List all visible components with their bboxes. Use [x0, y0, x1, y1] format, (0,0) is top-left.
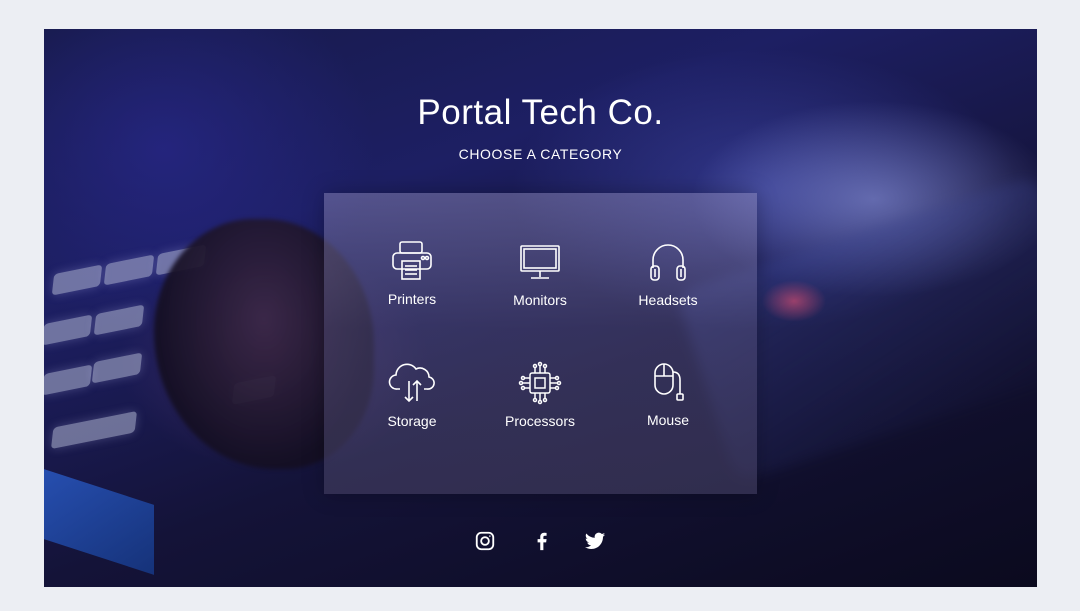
page-subtitle: CHOOSE A CATEGORY	[458, 146, 623, 162]
hero-background: Portal Tech Co. CHOOSE A CATEGORY Printe…	[44, 29, 1037, 587]
category-panel: Printers Monitors Headsets Storage Proce…	[324, 193, 757, 494]
category-label: Processors	[504, 413, 576, 429]
facebook-link[interactable]	[531, 530, 555, 554]
monitor-icon	[520, 245, 560, 279]
category-headsets[interactable]: Headsets	[608, 240, 728, 330]
headset-icon	[650, 244, 686, 281]
category-grid: Printers Monitors Headsets Storage Proce…	[324, 193, 757, 494]
category-monitors[interactable]: Monitors	[480, 240, 600, 330]
facebook-icon	[537, 532, 547, 551]
category-storage[interactable]: Storage	[352, 359, 472, 449]
category-label: Monitors	[513, 292, 567, 308]
category-label: Printers	[387, 291, 437, 307]
category-mouse[interactable]: Mouse	[608, 360, 728, 450]
instagram-icon	[475, 531, 495, 551]
category-processors[interactable]: Processors	[480, 361, 600, 451]
category-label: Mouse	[646, 412, 690, 428]
twitter-icon	[584, 532, 606, 549]
printer-icon	[392, 241, 432, 280]
instagram-link[interactable]	[474, 530, 498, 554]
processor-icon	[518, 361, 562, 405]
cloud-storage-icon	[388, 363, 435, 403]
page-title: Portal Tech Co.	[417, 93, 664, 132]
category-printers[interactable]: Printers	[352, 239, 472, 329]
twitter-link[interactable]	[584, 530, 608, 554]
category-label: Storage	[387, 413, 437, 429]
mouse-icon	[654, 363, 684, 401]
category-label: Headsets	[638, 292, 698, 308]
